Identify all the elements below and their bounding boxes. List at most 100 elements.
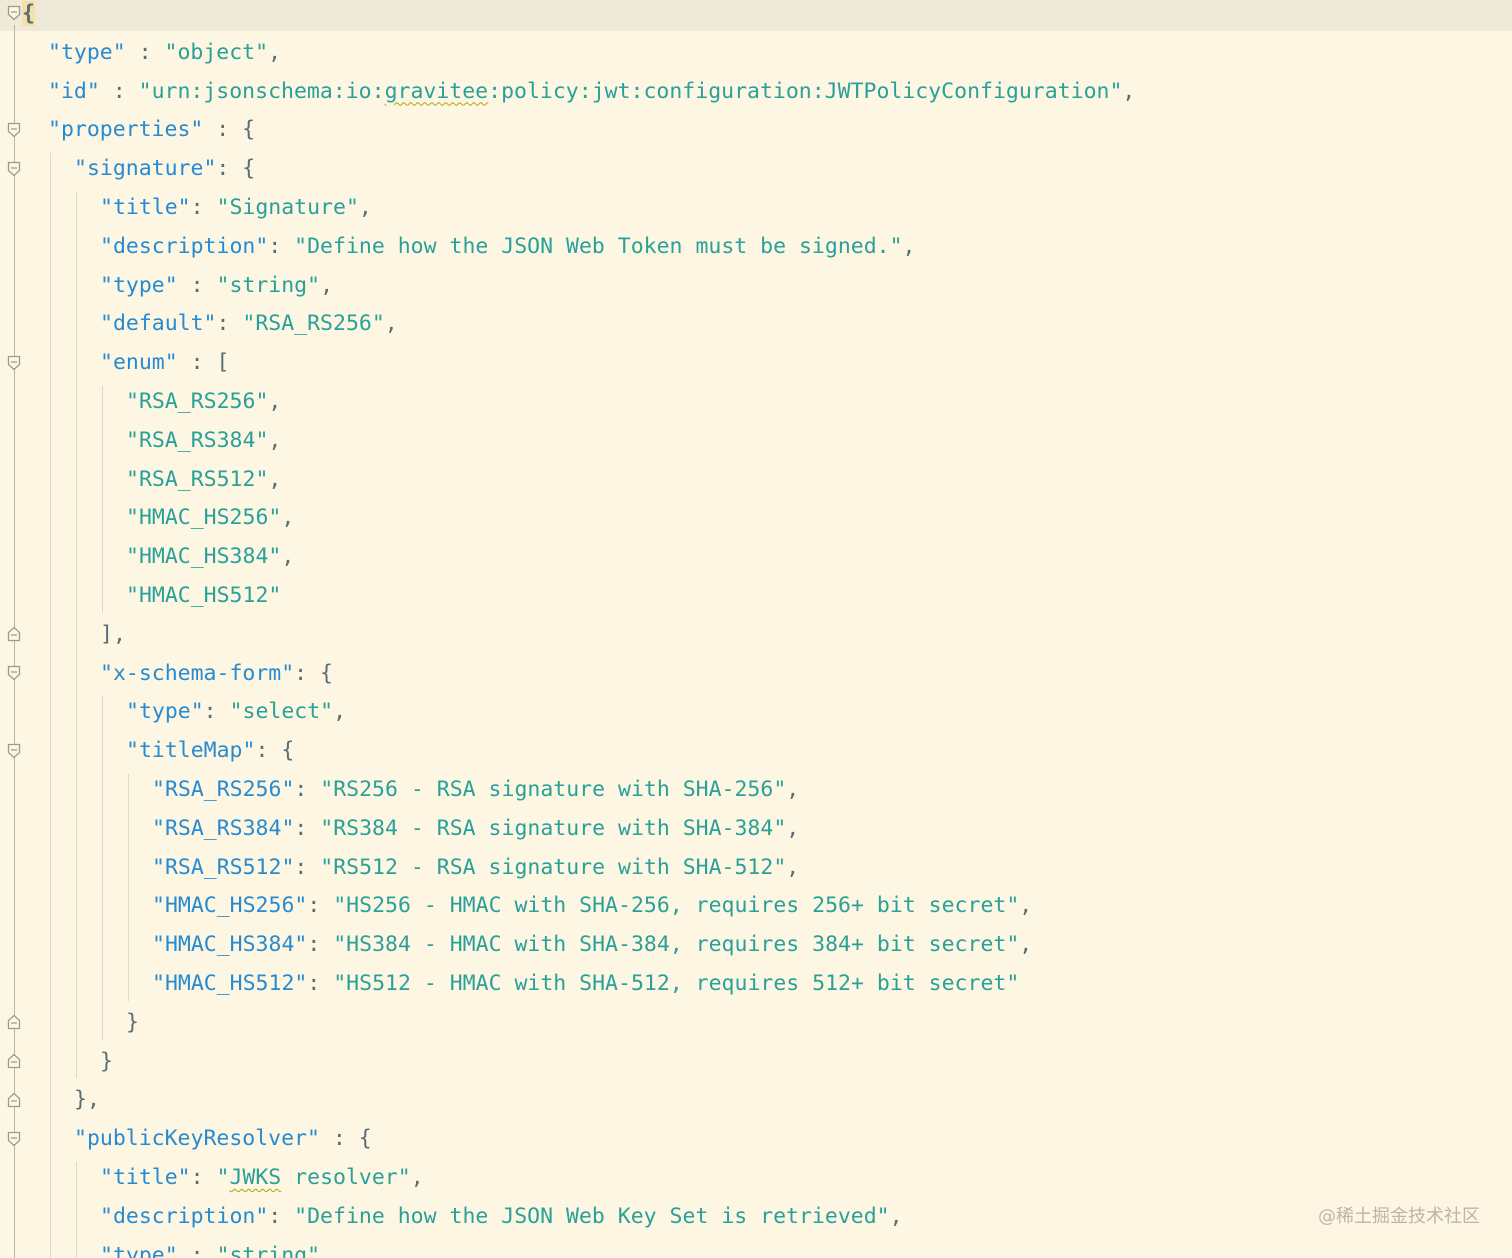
code-token: "HMAC_HS512" bbox=[126, 583, 282, 608]
code-token: "urn:jsonschema:io: bbox=[138, 78, 385, 104]
code-editor[interactable]: {"type" : "object", "id" : "urn:jsonschem… bbox=[0, 0, 1512, 1258]
code-line[interactable]: "signature": { bbox=[74, 149, 255, 188]
code-line[interactable]: "publicKeyResolver" : { bbox=[74, 1119, 372, 1158]
code-line[interactable]: }, bbox=[74, 1080, 100, 1119]
fold-end-icon[interactable] bbox=[7, 1092, 21, 1108]
code-token: : bbox=[307, 971, 334, 996]
code-token: "type" bbox=[48, 39, 126, 65]
code-token: "RSA_RS256" bbox=[126, 389, 269, 414]
fold-collapse-icon[interactable] bbox=[7, 5, 21, 21]
code-token: , bbox=[333, 699, 347, 725]
fold-collapse-icon[interactable] bbox=[7, 161, 21, 177]
code-line[interactable]: ], bbox=[100, 615, 126, 654]
code-line[interactable]: "x-schema-form": { bbox=[100, 654, 333, 693]
code-token: , bbox=[320, 1242, 334, 1258]
code-token: , bbox=[410, 1165, 424, 1190]
fold-collapse-icon[interactable] bbox=[7, 1131, 21, 1147]
code-line[interactable]: "RSA_RS384", bbox=[126, 421, 281, 460]
code-token: , bbox=[889, 1203, 903, 1229]
fold-collapse-icon[interactable] bbox=[7, 665, 21, 681]
code-token: gravitee bbox=[384, 78, 489, 104]
code-line[interactable]: "title": "Signature", bbox=[100, 188, 372, 227]
code-token: , bbox=[268, 39, 282, 65]
code-token: "Define how the JSON Web Token must be s… bbox=[294, 233, 903, 259]
indent-guide bbox=[128, 774, 129, 1001]
code-token: "RS384 - RSA signature with SHA-384" bbox=[320, 815, 787, 841]
code-token: "title" bbox=[100, 1165, 191, 1190]
code-token: "type" bbox=[100, 272, 178, 298]
code-token: : bbox=[203, 699, 230, 725]
code-line[interactable]: } bbox=[100, 1042, 113, 1081]
code-token: : bbox=[125, 39, 165, 65]
code-line[interactable]: "description": "Define how the JSON Web … bbox=[100, 227, 916, 266]
code-line[interactable]: "title": "JWKS resolver", bbox=[100, 1158, 424, 1197]
code-line[interactable]: "HMAC_HS256": "HS256 - HMAC with SHA-256… bbox=[152, 886, 1032, 925]
code-line[interactable]: "default": "RSA_RS256", bbox=[100, 304, 398, 343]
code-line[interactable]: "titleMap": { bbox=[126, 731, 294, 770]
code-line[interactable]: "HMAC_HS512" bbox=[126, 576, 281, 615]
fold-end-icon[interactable] bbox=[7, 1014, 21, 1030]
code-token: "RSA_RS256" bbox=[242, 311, 385, 337]
code-line[interactable]: "type" : "object", bbox=[48, 33, 281, 72]
code-token: "HMAC_HS512" bbox=[152, 971, 308, 996]
code-token: : bbox=[177, 272, 217, 298]
fold-collapse-icon[interactable] bbox=[7, 355, 21, 371]
fold-collapse-icon[interactable] bbox=[7, 122, 21, 138]
code-token: "title" bbox=[100, 195, 191, 220]
code-line[interactable]: "RSA_RS512": "RS512 - RSA signature with… bbox=[152, 848, 799, 887]
code-line[interactable]: { bbox=[22, 0, 35, 33]
code-token: , bbox=[320, 272, 334, 298]
code-line[interactable]: "RSA_RS256", bbox=[126, 382, 281, 421]
fold-collapse-icon[interactable] bbox=[7, 743, 21, 759]
code-token: , bbox=[1019, 932, 1033, 958]
code-line[interactable]: "enum" : [ bbox=[100, 343, 229, 382]
code-token: :policy:jwt:configuration:JWTPolicyConfi… bbox=[488, 78, 1123, 104]
code-token: , bbox=[786, 815, 800, 841]
code-line[interactable]: } bbox=[126, 1003, 139, 1042]
code-token: "Define how the JSON Web Key Set is retr… bbox=[294, 1203, 890, 1229]
code-token: "id" bbox=[48, 78, 100, 104]
code-token: : [ bbox=[177, 350, 230, 376]
code-token: "HS256 - HMAC with SHA-256, requires 256… bbox=[333, 893, 1020, 919]
code-line[interactable]: "type" : "string", bbox=[100, 1236, 333, 1258]
code-line[interactable]: "HMAC_HS512": "HS512 - HMAC with SHA-512… bbox=[152, 964, 1019, 1003]
indent-guide bbox=[76, 1162, 77, 1258]
code-token: "RS512 - RSA signature with SHA-512" bbox=[320, 854, 787, 880]
code-line[interactable]: "HMAC_HS384", bbox=[126, 537, 294, 576]
code-line[interactable]: "id" : "urn:jsonschema:io:gravitee:polic… bbox=[48, 72, 1135, 111]
code-token: : { bbox=[294, 660, 334, 686]
code-token: "type" bbox=[126, 699, 204, 725]
indent-guide bbox=[50, 153, 51, 1258]
code-line[interactable]: "HMAC_HS256", bbox=[126, 498, 294, 537]
code-token: "type" bbox=[100, 1242, 178, 1258]
code-token: ], bbox=[100, 621, 126, 647]
fold-end-icon[interactable] bbox=[7, 626, 21, 642]
code-line[interactable]: "RSA_RS256": "RS256 - RSA signature with… bbox=[152, 770, 799, 809]
code-token: : bbox=[307, 932, 334, 958]
code-line[interactable]: "type" : "string", bbox=[100, 266, 333, 305]
code-token: : bbox=[268, 233, 295, 259]
code-token: , bbox=[268, 466, 282, 492]
code-token: "default" bbox=[100, 311, 217, 337]
code-token: } bbox=[126, 1009, 139, 1035]
code-token: : bbox=[268, 1203, 295, 1229]
indent-guide bbox=[102, 386, 103, 613]
code-line[interactable]: "RSA_RS384": "RS384 - RSA signature with… bbox=[152, 809, 799, 848]
code-token: : bbox=[294, 815, 321, 841]
code-line[interactable]: "description": "Define how the JSON Web … bbox=[100, 1197, 903, 1236]
code-token: : bbox=[294, 777, 321, 802]
code-line[interactable]: "HMAC_HS384": "HS384 - HMAC with SHA-384… bbox=[152, 925, 1032, 964]
code-token: "string" bbox=[216, 1242, 321, 1258]
code-line[interactable]: "type": "select", bbox=[126, 692, 346, 731]
watermark: @稀土掘金技术社区 bbox=[1318, 1206, 1480, 1227]
code-line[interactable]: "properties" : { bbox=[48, 110, 255, 149]
indent-guide bbox=[102, 696, 103, 1040]
code-line[interactable]: "RSA_RS512", bbox=[126, 460, 281, 499]
code-token: "select" bbox=[229, 699, 334, 725]
code-token: "x-schema-form" bbox=[100, 660, 295, 686]
code-token: "Signature" bbox=[216, 195, 359, 220]
fold-end-icon[interactable] bbox=[7, 1053, 21, 1069]
code-token: "RSA_RS512" bbox=[152, 854, 295, 880]
code-token: , bbox=[358, 195, 372, 220]
code-token: "HMAC_HS256" bbox=[152, 893, 308, 919]
